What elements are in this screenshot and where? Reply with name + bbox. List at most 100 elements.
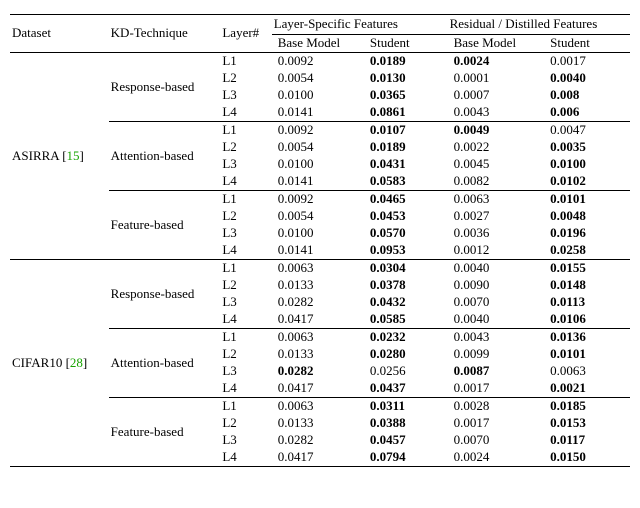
kd-technique-cell: Feature-based <box>109 191 223 260</box>
kd-technique-cell: Attention-based <box>109 329 223 398</box>
layer-cell: L2 <box>222 70 271 87</box>
student-2-cell: 0.0136 <box>544 329 630 347</box>
layer-cell: L2 <box>222 346 271 363</box>
base-model-2-cell: 0.0049 <box>448 122 545 140</box>
student-1-cell: 0.0189 <box>364 139 448 156</box>
base-model-2-cell: 0.0017 <box>448 415 545 432</box>
student-1-cell: 0.0130 <box>364 70 448 87</box>
base-model-1-cell: 0.0100 <box>272 87 364 104</box>
student-1-cell: 0.0107 <box>364 122 448 140</box>
layer-cell: L2 <box>222 277 271 294</box>
dataset-name-suffix: ] <box>83 355 87 370</box>
student-2-cell: 0.0113 <box>544 294 630 311</box>
base-model-2-cell: 0.0024 <box>448 53 545 71</box>
layer-cell: L4 <box>222 104 271 122</box>
layer-cell: L1 <box>222 398 271 416</box>
student-1-cell: 0.0570 <box>364 225 448 242</box>
student-2-cell: 0.0040 <box>544 70 630 87</box>
base-model-1-cell: 0.0100 <box>272 225 364 242</box>
base-model-1-cell: 0.0133 <box>272 277 364 294</box>
student-2-cell: 0.0196 <box>544 225 630 242</box>
col-header-student-1: Student <box>364 35 448 53</box>
student-2-cell: 0.0047 <box>544 122 630 140</box>
layer-cell: L3 <box>222 294 271 311</box>
base-model-2-cell: 0.0043 <box>448 104 545 122</box>
base-model-1-cell: 0.0063 <box>272 260 364 278</box>
base-model-2-cell: 0.0087 <box>448 363 545 380</box>
base-model-2-cell: 0.0028 <box>448 398 545 416</box>
layer-cell: L4 <box>222 242 271 260</box>
student-2-cell: 0.0035 <box>544 139 630 156</box>
layer-cell: L4 <box>222 380 271 398</box>
kd-technique-cell: Response-based <box>109 53 223 122</box>
base-model-2-cell: 0.0027 <box>448 208 545 225</box>
student-1-cell: 0.0365 <box>364 87 448 104</box>
student-2-cell: 0.0153 <box>544 415 630 432</box>
col-group-residual: Residual / Distilled Features <box>448 15 630 35</box>
student-1-cell: 0.0953 <box>364 242 448 260</box>
student-2-cell: 0.0185 <box>544 398 630 416</box>
layer-cell: L3 <box>222 87 271 104</box>
base-model-2-cell: 0.0040 <box>448 311 545 329</box>
student-2-cell: 0.0048 <box>544 208 630 225</box>
base-model-2-cell: 0.0022 <box>448 139 545 156</box>
base-model-2-cell: 0.0045 <box>448 156 545 173</box>
student-2-cell: 0.0258 <box>544 242 630 260</box>
base-model-2-cell: 0.0099 <box>448 346 545 363</box>
layer-cell: L4 <box>222 449 271 467</box>
base-model-2-cell: 0.0040 <box>448 260 545 278</box>
col-group-layer-specific: Layer-Specific Features <box>272 15 448 35</box>
col-header-base-model-2: Base Model <box>448 35 545 53</box>
base-model-1-cell: 0.0054 <box>272 139 364 156</box>
base-model-1-cell: 0.0054 <box>272 208 364 225</box>
kd-technique-cell: Attention-based <box>109 122 223 191</box>
dataset-name: CIFAR10 [ <box>12 355 70 370</box>
base-model-1-cell: 0.0133 <box>272 415 364 432</box>
student-2-cell: 0.0101 <box>544 346 630 363</box>
student-1-cell: 0.0311 <box>364 398 448 416</box>
layer-cell: L2 <box>222 139 271 156</box>
base-model-1-cell: 0.0092 <box>272 53 364 71</box>
layer-cell: L1 <box>222 260 271 278</box>
student-2-cell: 0.0100 <box>544 156 630 173</box>
dataset-cell: ASIRRA [15] <box>10 53 109 260</box>
base-model-2-cell: 0.0082 <box>448 173 545 191</box>
base-model-1-cell: 0.0417 <box>272 380 364 398</box>
student-2-cell: 0.0150 <box>544 449 630 467</box>
results-table: Dataset KD-Technique Layer# Layer-Specif… <box>10 14 630 467</box>
student-1-cell: 0.0794 <box>364 449 448 467</box>
layer-cell: L3 <box>222 363 271 380</box>
student-2-cell: 0.0021 <box>544 380 630 398</box>
base-model-2-cell: 0.0043 <box>448 329 545 347</box>
base-model-2-cell: 0.0070 <box>448 294 545 311</box>
student-1-cell: 0.0457 <box>364 432 448 449</box>
base-model-1-cell: 0.0282 <box>272 294 364 311</box>
layer-cell: L3 <box>222 156 271 173</box>
dataset-cell: CIFAR10 [28] <box>10 260 109 467</box>
student-1-cell: 0.0304 <box>364 260 448 278</box>
student-1-cell: 0.0437 <box>364 380 448 398</box>
kd-technique-cell: Response-based <box>109 260 223 329</box>
student-2-cell: 0.0017 <box>544 53 630 71</box>
student-1-cell: 0.0861 <box>364 104 448 122</box>
student-2-cell: 0.0063 <box>544 363 630 380</box>
layer-cell: L1 <box>222 191 271 209</box>
layer-cell: L4 <box>222 311 271 329</box>
dataset-name: ASIRRA [ <box>12 148 67 163</box>
base-model-1-cell: 0.0141 <box>272 173 364 191</box>
student-2-cell: 0.0101 <box>544 191 630 209</box>
table-row: ASIRRA [15]Response-basedL10.00920.01890… <box>10 53 630 71</box>
student-1-cell: 0.0280 <box>364 346 448 363</box>
layer-cell: L4 <box>222 173 271 191</box>
base-model-1-cell: 0.0063 <box>272 398 364 416</box>
base-model-1-cell: 0.0417 <box>272 311 364 329</box>
base-model-1-cell: 0.0282 <box>272 432 364 449</box>
student-1-cell: 0.0189 <box>364 53 448 71</box>
base-model-2-cell: 0.0024 <box>448 449 545 467</box>
layer-cell: L3 <box>222 225 271 242</box>
student-1-cell: 0.0585 <box>364 311 448 329</box>
student-2-cell: 0.0148 <box>544 277 630 294</box>
dataset-name-suffix: ] <box>80 148 84 163</box>
base-model-2-cell: 0.0070 <box>448 432 545 449</box>
student-2-cell: 0.0117 <box>544 432 630 449</box>
